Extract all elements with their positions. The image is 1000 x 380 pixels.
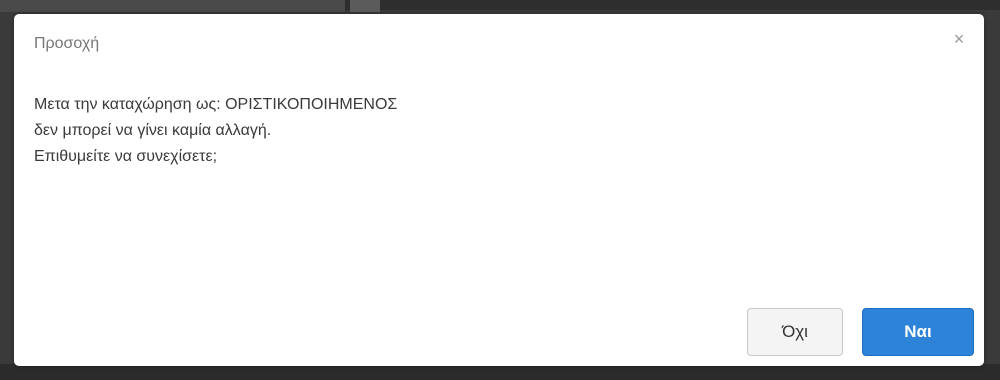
no-button[interactable]: Όχι [747, 308, 843, 356]
message-line: Επιθυμείτε να συνεχίσετε; [34, 148, 218, 165]
close-icon[interactable]: × [948, 28, 970, 50]
message-line: δεν μπορεί να γίνει καμία αλλαγή. [34, 122, 272, 139]
dialog-title: Προσοχή [34, 35, 100, 52]
background-page-bottom [0, 364, 1000, 380]
message-line: Μετα την καταχώρηση ως: ΟΡΙΣΤΙΚΟΠΟΙΗΜΕΝΟ… [34, 96, 398, 113]
yes-button[interactable]: Ναι [862, 308, 974, 356]
background-divider [350, 0, 380, 12]
confirm-dialog: Προσοχή × Μετα την καταχώρηση ως: ΟΡΙΣΤΙ… [14, 14, 984, 366]
background-page-top-left [0, 0, 345, 12]
dialog-message: Μετα την καταχώρηση ως: ΟΡΙΣΤΙΚΟΠΟΙΗΜΕΝΟ… [34, 92, 397, 170]
